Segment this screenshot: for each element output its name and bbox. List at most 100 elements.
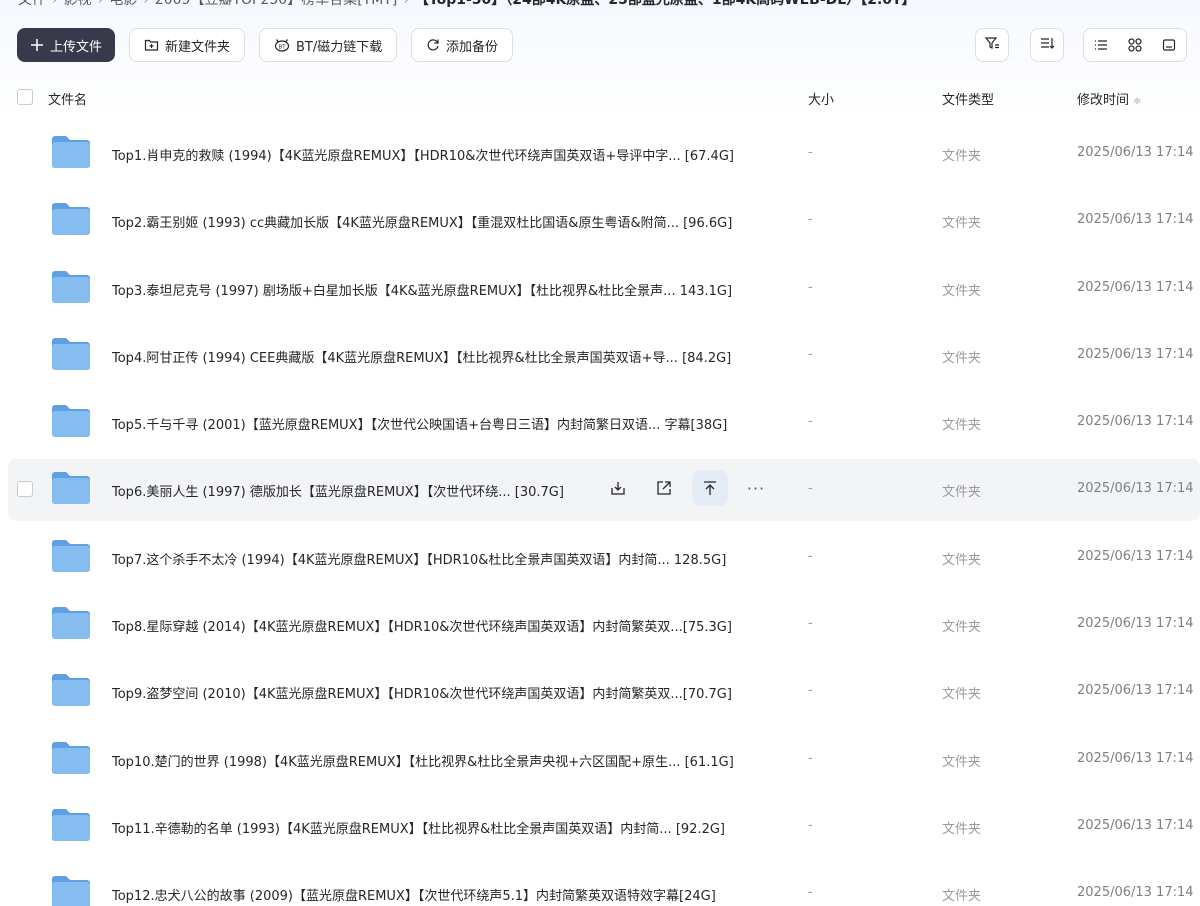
file-size: - [808, 616, 813, 632]
file-name[interactable]: Top5.千与千寻 (2001)【蓝光原盘REMUX】【次世代公映国语+台粤日三… [112, 414, 727, 433]
table-row[interactable]: Top8.星际穿越 (2014)【4K蓝光原盘REMUX】【HDR10&次世代环… [0, 591, 1200, 658]
file-name[interactable]: Top1.肖申克的救赎 (1994)【4K蓝光原盘REMUX】【HDR10&次世… [112, 145, 734, 164]
folder-icon [50, 470, 92, 506]
table-row[interactable]: Top7.这个杀手不太冷 (1994)【4K蓝光原盘REMUX】【HDR10&杜… [0, 524, 1200, 591]
file-modified: 2025/06/13 17:14 [1077, 346, 1194, 362]
file-type: 文件夹 [942, 485, 982, 501]
bt-download-button[interactable]: BT BT/磁力链下载 [259, 28, 397, 62]
select-all-checkbox[interactable] [17, 89, 33, 105]
folder-icon [50, 874, 92, 906]
column-header-name[interactable]: 文件名 [48, 89, 87, 108]
file-name[interactable]: Top12.忠犬八公的故事 (2009)【蓝光原盘REMUX】【次世代环绕声5.… [112, 885, 716, 904]
file-name[interactable]: Top6.美丽人生 (1997) 德版加长【蓝光原盘REMUX】【次世代环绕..… [112, 481, 564, 500]
file-name[interactable]: Top11.辛德勒的名单 (1993)【4K蓝光原盘REMUX】【杜比视界&杜比… [112, 818, 725, 837]
pin-to-top-icon[interactable] [692, 470, 728, 507]
add-backup-button[interactable]: 添加备份 [411, 28, 513, 62]
file-size: - [808, 817, 813, 833]
column-header-modified[interactable]: 修改时间 ≑ [1077, 89, 1141, 108]
file-size: - [808, 279, 813, 295]
grid-view-icon[interactable] [1122, 32, 1148, 58]
file-size: - [808, 346, 813, 362]
new-folder-button[interactable]: 新建文件夹 [129, 28, 245, 62]
file-type: 文件夹 [942, 754, 982, 770]
file-name[interactable]: Top10.楚门的世界 (1998)【4K蓝光原盘REMUX】【杜比视界&杜比全… [112, 751, 734, 770]
column-header-type[interactable]: 文件类型 [942, 89, 994, 108]
file-size: - [808, 750, 813, 766]
file-modified: 2025/06/13 17:14 [1077, 548, 1194, 564]
file-name[interactable]: Top7.这个杀手不太冷 (1994)【4K蓝光原盘REMUX】【HDR10&杜… [112, 549, 726, 568]
file-size: - [808, 683, 813, 699]
more-icon[interactable]: ··· [738, 470, 774, 506]
table-row[interactable]: Top5.千与千寻 (2001)【蓝光原盘REMUX】【次世代公映国语+台粤日三… [0, 389, 1200, 456]
folder-icon [50, 740, 92, 776]
file-modified: 2025/06/13 17:14 [1077, 414, 1194, 430]
share-icon[interactable] [646, 470, 682, 506]
column-header-modified-label: 修改时间 [1077, 93, 1130, 108]
table-row[interactable]: Top1.肖申克的救赎 (1994)【4K蓝光原盘REMUX】【HDR10&次世… [0, 120, 1200, 187]
folder-icon [50, 201, 92, 237]
breadcrumb-item[interactable]: 文件 [18, 0, 46, 8]
file-modified: 2025/06/13 17:14 [1077, 145, 1194, 160]
file-modified: 2025/06/13 17:14 [1077, 750, 1194, 766]
table-row[interactable]: Top9.盗梦空间 (2010)【4K蓝光原盘REMUX】【HDR10&次世代环… [0, 658, 1200, 725]
file-name[interactable]: Top3.泰坦尼克号 (1997) 剧场版+白星加长版【4K&蓝光原盘REMUX… [112, 280, 732, 299]
sync-icon [426, 38, 440, 52]
breadcrumb-item[interactable]: 电影 [109, 0, 137, 8]
file-name[interactable]: Top9.盗梦空间 (2010)【4K蓝光原盘REMUX】【HDR10&次世代环… [112, 683, 732, 702]
add-backup-button-label: 添加备份 [446, 39, 499, 55]
table-row[interactable]: Top6.美丽人生 (1997) 德版加长【蓝光原盘REMUX】【次世代环绕..… [0, 456, 1200, 523]
sort-button[interactable] [1030, 28, 1064, 62]
table-row[interactable]: Top4.阿甘正传 (1994) CEE典藏版【4K蓝光原盘REMUX】【杜比视… [0, 322, 1200, 389]
filter-icon [984, 35, 1000, 55]
folder-icon [50, 269, 92, 305]
preview-view-icon[interactable] [1156, 32, 1182, 58]
breadcrumb-current: 【Top1-50】（24部4K原盘、25部蓝光原盘、1部4K高码WEB-DL）【… [414, 0, 916, 8]
file-name[interactable]: Top8.星际穿越 (2014)【4K蓝光原盘REMUX】【HDR10&次世代环… [112, 616, 732, 635]
upload-button[interactable]: 上传文件 [17, 28, 115, 62]
new-folder-icon [144, 38, 159, 52]
file-type: 文件夹 [942, 283, 982, 299]
folder-icon [50, 403, 92, 439]
breadcrumb: 文件 › 影视 › 电影 › 2009【豆瓣TOP250】榜单合集[TMT] › 【Top1-5… [18, 0, 1198, 9]
table-row[interactable]: Top12.忠犬八公的故事 (2009)【蓝光原盘REMUX】【次世代环绕声5.… [0, 860, 1200, 906]
download-icon[interactable] [600, 470, 636, 506]
view-switcher [1083, 28, 1187, 62]
file-size: - [808, 548, 813, 564]
file-modified: 2025/06/13 17:14 [1077, 817, 1194, 833]
sort-indicator-icon: ≑ [1133, 96, 1142, 107]
file-name[interactable]: Top2.霸王别姬 (1993) cc典藏加长版【4K蓝光原盘REMUX】【重混… [112, 212, 732, 231]
table-header: 文件名 大小 文件类型 修改时间 ≑ [0, 84, 1200, 112]
file-type: 文件夹 [942, 350, 982, 366]
column-header-size[interactable]: 大小 [808, 89, 834, 108]
file-list: Top1.肖申克的救赎 (1994)【4K蓝光原盘REMUX】【HDR10&次世… [0, 120, 1200, 906]
row-checkbox[interactable] [17, 481, 33, 498]
breadcrumb-item[interactable]: 2009【豆瓣TOP250】榜单合集[TMT] [155, 0, 397, 8]
folder-icon [50, 134, 92, 170]
folder-icon [50, 605, 92, 641]
file-size: - [808, 885, 813, 901]
file-modified: 2025/06/13 17:14 [1077, 279, 1194, 295]
folder-icon [50, 807, 92, 843]
file-name[interactable]: Top4.阿甘正传 (1994) CEE典藏版【4K蓝光原盘REMUX】【杜比视… [112, 347, 731, 366]
list-view-icon[interactable] [1088, 32, 1114, 58]
table-row[interactable]: Top3.泰坦尼克号 (1997) 剧场版+白星加长版【4K&蓝光原盘REMUX… [0, 255, 1200, 322]
upload-button-label: 上传文件 [50, 39, 103, 55]
folder-icon [50, 538, 92, 574]
file-modified: 2025/06/13 17:14 [1077, 885, 1194, 901]
svg-text:BT: BT [278, 45, 286, 51]
table-row[interactable]: Top11.辛德勒的名单 (1993)【4K蓝光原盘REMUX】【杜比视界&杜比… [0, 793, 1200, 860]
file-modified: 2025/06/13 17:14 [1077, 212, 1194, 228]
folder-icon [50, 336, 92, 372]
file-type: 文件夹 [942, 418, 982, 434]
table-row[interactable]: Top10.楚门的世界 (1998)【4K蓝光原盘REMUX】【杜比视界&杜比全… [0, 726, 1200, 793]
toolbar: 上传文件 新建文件夹 BT BT/磁力链下载 添加备份 [17, 28, 513, 62]
sort-icon [1039, 35, 1055, 55]
file-type: 文件夹 [942, 149, 982, 164]
file-type: 文件夹 [942, 620, 982, 636]
file-size: - [808, 212, 813, 228]
file-type: 文件夹 [942, 687, 982, 703]
breadcrumb-item[interactable]: 影视 [64, 0, 92, 8]
file-modified: 2025/06/13 17:14 [1077, 616, 1194, 632]
table-row[interactable]: Top2.霸王别姬 (1993) cc典藏加长版【4K蓝光原盘REMUX】【重混… [0, 187, 1200, 254]
filter-button[interactable] [975, 28, 1009, 62]
